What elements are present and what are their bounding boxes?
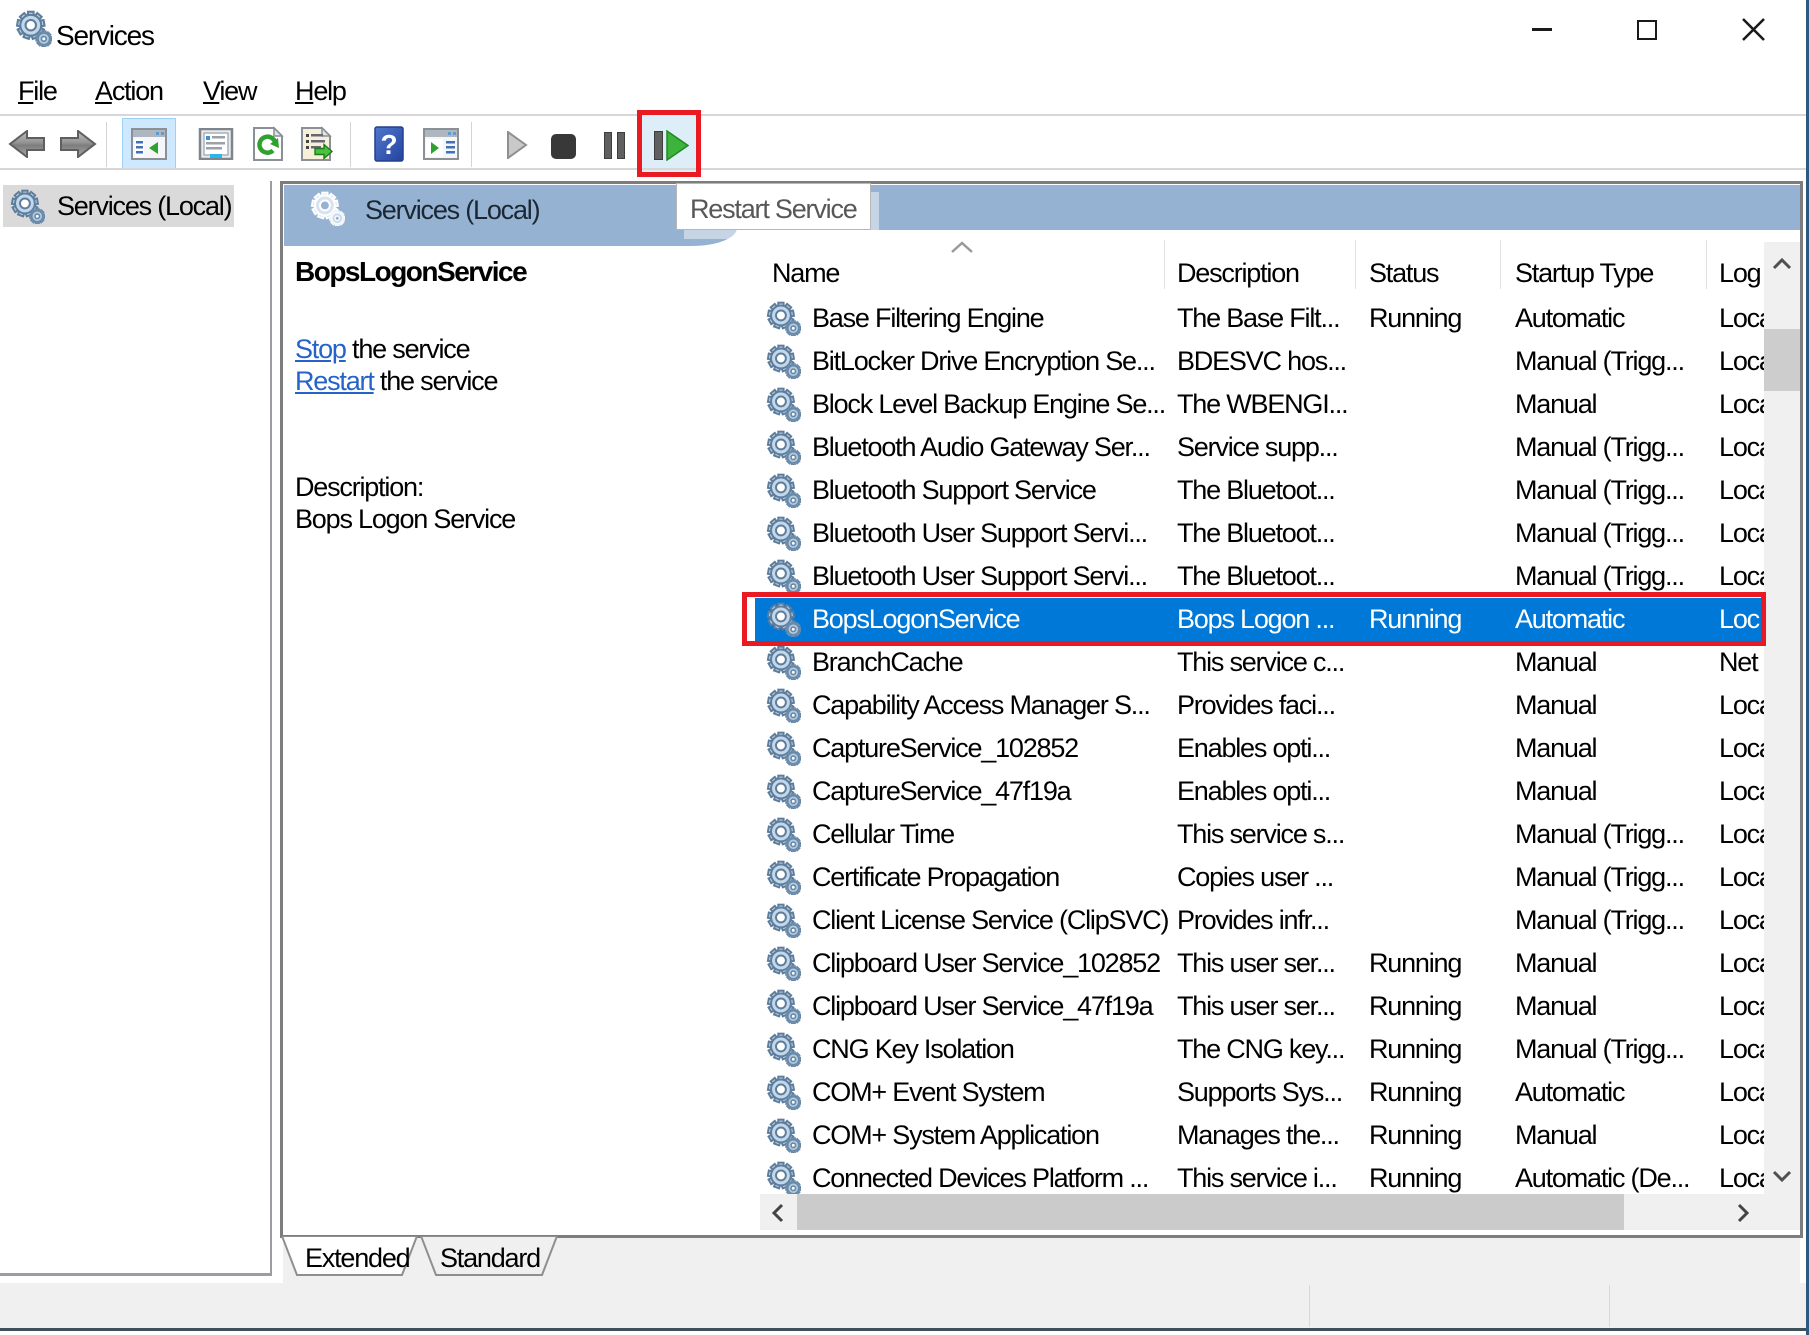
svg-text:?: ?	[380, 129, 397, 160]
